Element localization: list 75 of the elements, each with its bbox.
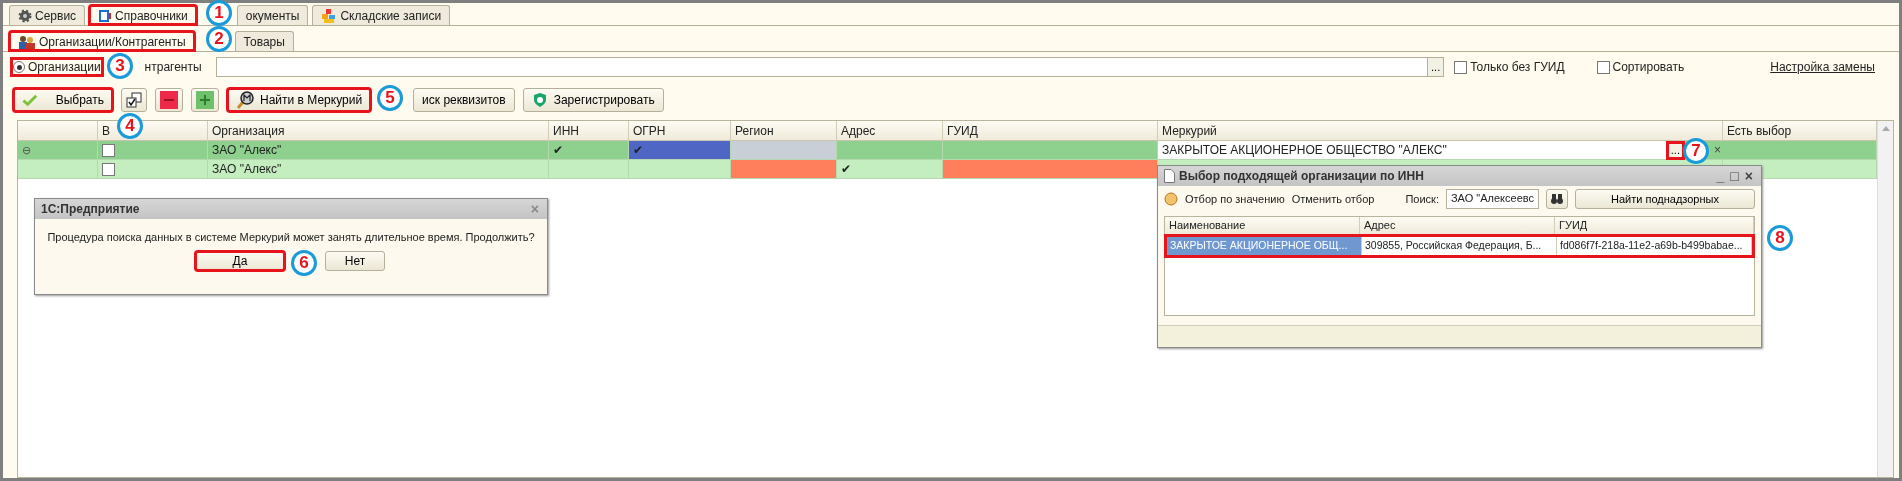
- dialog-button[interactable]: Да: [195, 251, 285, 271]
- select-button[interactable]: ...: [1666, 141, 1684, 159]
- table-cell: 309855, Российская Федерация, Б...: [1362, 237, 1557, 255]
- dialog-button[interactable]: Нет: [325, 251, 385, 271]
- section-tab[interactable]: окументы: [236, 5, 309, 25]
- copy-button[interactable]: [121, 88, 147, 112]
- form-tab[interactable]: Товары: [234, 31, 294, 51]
- filter-field[interactable]: ...: [215, 57, 1445, 77]
- toolbar-button[interactable]: Выбрать: [13, 88, 113, 112]
- column-header[interactable]: В: [102, 124, 110, 138]
- checkbox[interactable]: [1596, 60, 1610, 74]
- document-icon: [1164, 169, 1175, 183]
- remove-button[interactable]: [155, 88, 183, 112]
- section-tab[interactable]: Справочники: [89, 5, 197, 25]
- row-checkbox[interactable]: [102, 143, 115, 157]
- column-header[interactable]: Наименование: [1169, 219, 1246, 231]
- binoculars-button[interactable]: [1546, 189, 1568, 209]
- check-icon: [22, 92, 38, 108]
- column-header[interactable]: ОГРН: [633, 124, 666, 138]
- search-label: Поиск:: [1405, 193, 1439, 205]
- organizations-radio[interactable]: Организации: [11, 58, 103, 76]
- people-icon: [18, 34, 36, 49]
- row-checkbox[interactable]: [102, 162, 115, 176]
- column-header[interactable]: ГУИД: [947, 124, 978, 138]
- column-header[interactable]: Адрес: [841, 124, 876, 138]
- search-field[interactable]: ЗАО "Алексеевс: [1445, 189, 1539, 209]
- scrollbar[interactable]: [1877, 121, 1893, 477]
- book-icon: [98, 8, 113, 23]
- table-cell: fd086f7f-218a-11e2-a69b-b499babae...: [1557, 237, 1752, 255]
- column-header[interactable]: Регион: [735, 124, 774, 138]
- table-cell: ✔: [629, 141, 731, 159]
- step-marker: 1: [206, 0, 232, 26]
- section-tab[interactable]: Сервис: [9, 5, 86, 25]
- column-header[interactable]: Есть выбор: [1727, 124, 1792, 138]
- step-marker: 3: [107, 53, 133, 79]
- column-header[interactable]: ИНН: [553, 124, 579, 138]
- dialog-title: 1С:Предприятие: [41, 202, 140, 216]
- shield-icon: [531, 92, 548, 108]
- section-tab[interactable]: Складские записи: [312, 5, 451, 25]
- binoculars-icon: [1550, 193, 1564, 205]
- cancel-filter[interactable]: Отменить отбор: [1291, 193, 1375, 205]
- mercury-field[interactable]: ЗАКРЫТОЕ АКЦИОНЕРНОЕ ОБЩЕСТВО "АЛЕКС" ...: [1158, 141, 1684, 159]
- checkbox-label: Только без ГУИД: [1470, 60, 1565, 74]
- column-header[interactable]: Меркурий: [1162, 124, 1217, 138]
- table-cell: ЗАКРЫТОЕ АКЦИОНЕРНОЕ ОБЩ...: [1167, 237, 1362, 255]
- form-tab[interactable]: Организации/Контрагенты: [9, 31, 195, 51]
- step-marker: 5: [377, 85, 403, 111]
- clear-icon[interactable]: ×: [1714, 143, 1721, 157]
- dialog-message: Процедура поиска данных в системе Меркурий может занять длительное время. Продолжить?: [46, 230, 536, 245]
- filter-by-value[interactable]: Отбор по значению: [1185, 193, 1285, 205]
- checkbox-label: Сортировать: [1612, 60, 1685, 74]
- settings-link[interactable]: Настройка замены: [1770, 60, 1875, 74]
- toolbar-button[interactable]: Зарегистрировать: [522, 88, 664, 112]
- add-button[interactable]: [191, 88, 219, 112]
- collapse-icon[interactable]: ⊖: [22, 143, 31, 157]
- column-header[interactable]: Организация: [212, 124, 285, 138]
- checkbox[interactable]: [1454, 60, 1468, 74]
- column-header[interactable]: Адрес: [1364, 219, 1396, 231]
- result-row[interactable]: ЗАКРЫТОЕ АКЦИОНЕРНОЕ ОБЩ... 309855, Российская Федерация, Б... fd086f7f-218a-11e2-a69b-b499babae...: [1165, 235, 1754, 257]
- blocks-icon: [321, 7, 338, 24]
- step-marker: 4: [117, 113, 143, 139]
- copy-check-icon: [126, 92, 142, 108]
- toolbar-button[interactable]: Найти в Меркурий: [227, 88, 372, 112]
- table-cell: ЗАО "Алекс": [208, 160, 549, 178]
- counterparties-label: нтрагенты: [144, 60, 202, 74]
- find-supervised-button[interactable]: Найти поднадзорных: [1575, 189, 1755, 209]
- minus-icon: [160, 91, 178, 109]
- step-marker: 2: [206, 26, 232, 52]
- magnifier-icon: [236, 91, 254, 109]
- plus-icon: [196, 91, 214, 109]
- select-button[interactable]: ...: [1427, 58, 1444, 76]
- table-cell: ЗАО "Алекс": [208, 141, 549, 159]
- toolbar-button[interactable]: иск реквизитов: [413, 88, 515, 112]
- column-header[interactable]: ГУИД: [1559, 219, 1588, 231]
- gear-icon: [18, 8, 32, 23]
